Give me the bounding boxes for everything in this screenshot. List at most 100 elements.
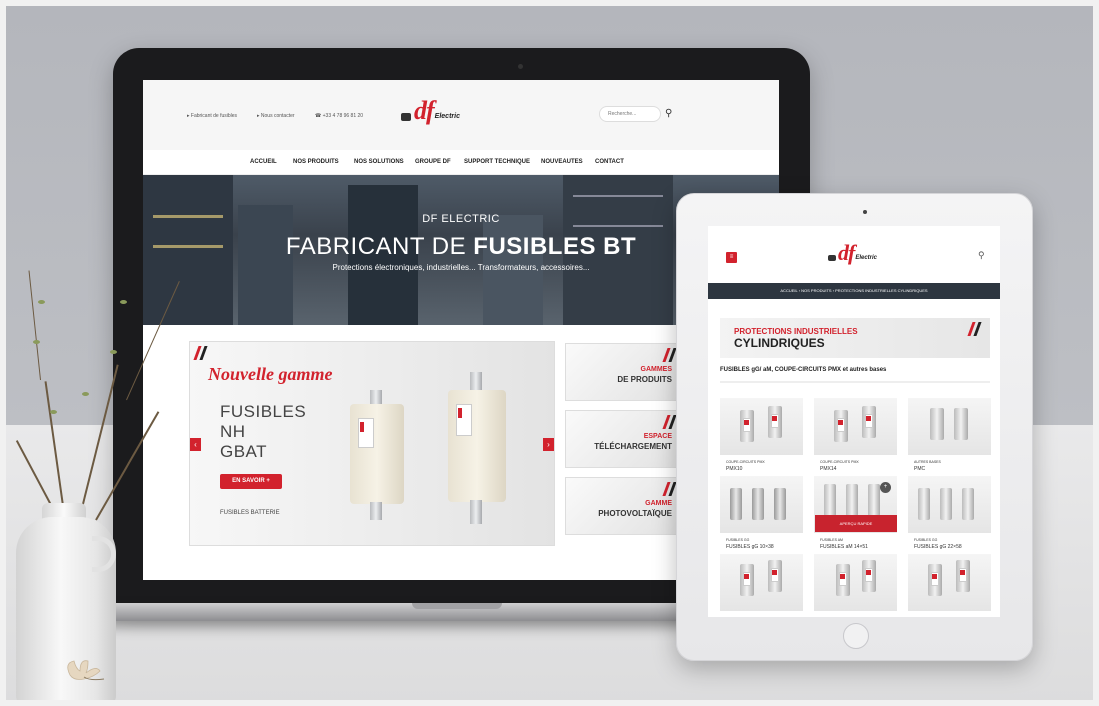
product-image — [868, 484, 880, 516]
fuse-indicator — [458, 408, 462, 418]
logo-subtext: Electric — [855, 255, 878, 261]
product-name[interactable]: PMX14 — [820, 466, 836, 472]
tablet-screen: ≡ df Electric ⚲ ACCUEIL › NOS PRODUITS ›… — [708, 226, 1000, 617]
nav-item-produits[interactable]: NOS PRODUITS — [293, 159, 339, 165]
nav-item-nouveautes[interactable]: NOUVEAUTES — [541, 159, 583, 165]
product-name[interactable]: PMX10 — [726, 466, 742, 472]
card-dark-label: TÉLÉCHARGEMENT — [594, 442, 672, 451]
tablet-camera — [863, 210, 867, 214]
product-card[interactable] — [814, 398, 897, 455]
product-image — [918, 488, 930, 520]
plant-leaf — [110, 350, 117, 354]
product-image — [730, 488, 742, 520]
hero-title-light: FABRICANT DE — [285, 233, 474, 260]
card-dark-label: PHOTOVOLTAÏQUE — [598, 509, 672, 518]
product-category: FUSIBLES GG — [914, 538, 938, 542]
nav-item-groupe[interactable]: GROUPE DF — [415, 159, 451, 165]
apercu-rapide-button[interactable]: APERÇU RAPIDE — [815, 515, 897, 532]
card-espace-telechargement[interactable]: ESPACE TÉLÉCHARGEMENT — [565, 410, 679, 468]
search-icon[interactable]: ⚲ — [665, 108, 672, 119]
product-image — [930, 408, 944, 440]
product-indicator — [744, 420, 749, 425]
plant-leaf — [50, 410, 57, 414]
quick-view-icon[interactable]: + — [880, 482, 891, 493]
product-card[interactable] — [908, 554, 991, 611]
main-nav: ACCUEIL NOS PRODUITS NOS SOLUTIONS GROUP… — [143, 150, 779, 175]
product-card[interactable] — [908, 398, 991, 455]
product-card[interactable] — [720, 398, 803, 455]
topbar-link-contact[interactable]: ▸ Nous contacter — [257, 113, 295, 119]
product-image — [962, 488, 974, 520]
logo-mark-icon — [828, 255, 836, 261]
product-indicator — [772, 416, 777, 421]
product-indicator — [838, 420, 843, 425]
nav-item-accueil[interactable]: ACCUEIL — [250, 159, 277, 165]
product-image — [846, 484, 858, 516]
section-heading: FUSIBLES gG/ aM, COUPE-CIRCUITS PMX et a… — [720, 367, 887, 373]
plant-leaf — [120, 300, 127, 304]
product-slider: Nouvelle gamme FUSIBLES NH GBAT EN SAVOI… — [189, 341, 555, 546]
product-card[interactable] — [720, 554, 803, 611]
plant-leaf — [33, 340, 40, 344]
product-name[interactable]: FUSIBLES aM 14×51 — [820, 544, 868, 550]
product-image — [954, 408, 968, 440]
product-indicator — [866, 416, 871, 421]
card-gammes-produits[interactable]: GAMMES DE PRODUITS — [565, 343, 679, 401]
slider-line-3: GBAT — [220, 442, 268, 461]
breadcrumb[interactable]: ACCUEIL › NOS PRODUITS › PROTECTIONS IND… — [708, 283, 1000, 299]
topbar-phone: ☎ +33 4 78 96 81 20 — [315, 113, 364, 119]
product-name[interactable]: PMC — [914, 466, 925, 472]
divider — [720, 381, 990, 383]
plant-leaf — [82, 392, 89, 396]
fuse-blade — [370, 502, 382, 520]
hero-window-lights — [573, 225, 663, 227]
card-gamme-photovoltaique[interactable]: GAMME PHOTOVOLTAÏQUE — [565, 477, 679, 535]
laptop-camera — [518, 64, 523, 69]
nav-item-solutions[interactable]: NOS SOLUTIONS — [354, 159, 404, 165]
product-image — [752, 488, 764, 520]
fuse-indicator — [360, 422, 364, 432]
product-card[interactable] — [908, 476, 991, 533]
tablet-home-button[interactable] — [843, 623, 869, 649]
product-name[interactable]: FUSIBLES gG 22×58 — [914, 544, 962, 550]
topbar-link-fabricant[interactable]: ▸ Fabricant de fusibles — [187, 113, 237, 119]
slider-line-1: FUSIBLES — [220, 402, 307, 421]
plant-leaf — [38, 300, 45, 304]
product-indicator — [772, 570, 777, 575]
product-category: FUSIBLES GG — [726, 538, 750, 542]
product-indicator — [932, 574, 937, 579]
product-category: COUPE-CIRCUITS PMX — [726, 460, 765, 464]
nav-item-support[interactable]: SUPPORT TECHNIQUE — [464, 159, 530, 165]
product-indicator — [744, 574, 749, 579]
slider-next-button[interactable]: › — [543, 438, 554, 451]
menu-icon[interactable]: ≡ — [726, 252, 737, 263]
category-banner: PROTECTIONS INDUSTRIELLES CYLINDRIQUES — [720, 318, 990, 358]
product-indicator — [866, 570, 871, 575]
card-dark-label: DE PRODUITS — [617, 375, 672, 384]
banner-dark-title: CYLINDRIQUES — [734, 336, 825, 350]
slider-badge: Nouvelle gamme — [208, 364, 333, 384]
card-red-label: GAMMES — [640, 366, 673, 373]
product-category: COUPE-CIRCUITS PMX — [820, 460, 859, 464]
banner-red-title: PROTECTIONS INDUSTRIELLES — [734, 327, 858, 336]
site-topbar: ▸ Fabricant de fusibles ▸ Nous contacter… — [143, 80, 779, 150]
laptop-notch — [412, 603, 502, 609]
product-category: FUSIBLES AM — [820, 538, 843, 542]
product-card[interactable] — [720, 476, 803, 533]
product-card[interactable] — [814, 554, 897, 611]
nav-item-contact[interactable]: CONTACT — [595, 159, 624, 165]
hero-window-lights — [573, 195, 663, 197]
product-image — [940, 488, 952, 520]
en-savoir-button[interactable]: EN SAVOIR + — [220, 474, 282, 489]
card-red-label: GAMME — [645, 500, 672, 507]
slider-caption: FUSIBLES BATTERIE — [220, 510, 280, 516]
logo-subtext: Electric — [434, 113, 460, 120]
logo-text: df — [414, 96, 435, 125]
product-category: AUTRES BASES — [914, 460, 941, 464]
product-name[interactable]: FUSIBLES gG 10×38 — [726, 544, 774, 550]
slider-prev-button[interactable]: ‹ — [190, 438, 201, 451]
search-input[interactable]: Recherche... — [600, 107, 660, 121]
tablet-logo[interactable]: df Electric — [828, 242, 877, 264]
site-logo[interactable]: df Electric — [401, 98, 460, 124]
search-icon[interactable]: ⚲ — [978, 250, 985, 261]
